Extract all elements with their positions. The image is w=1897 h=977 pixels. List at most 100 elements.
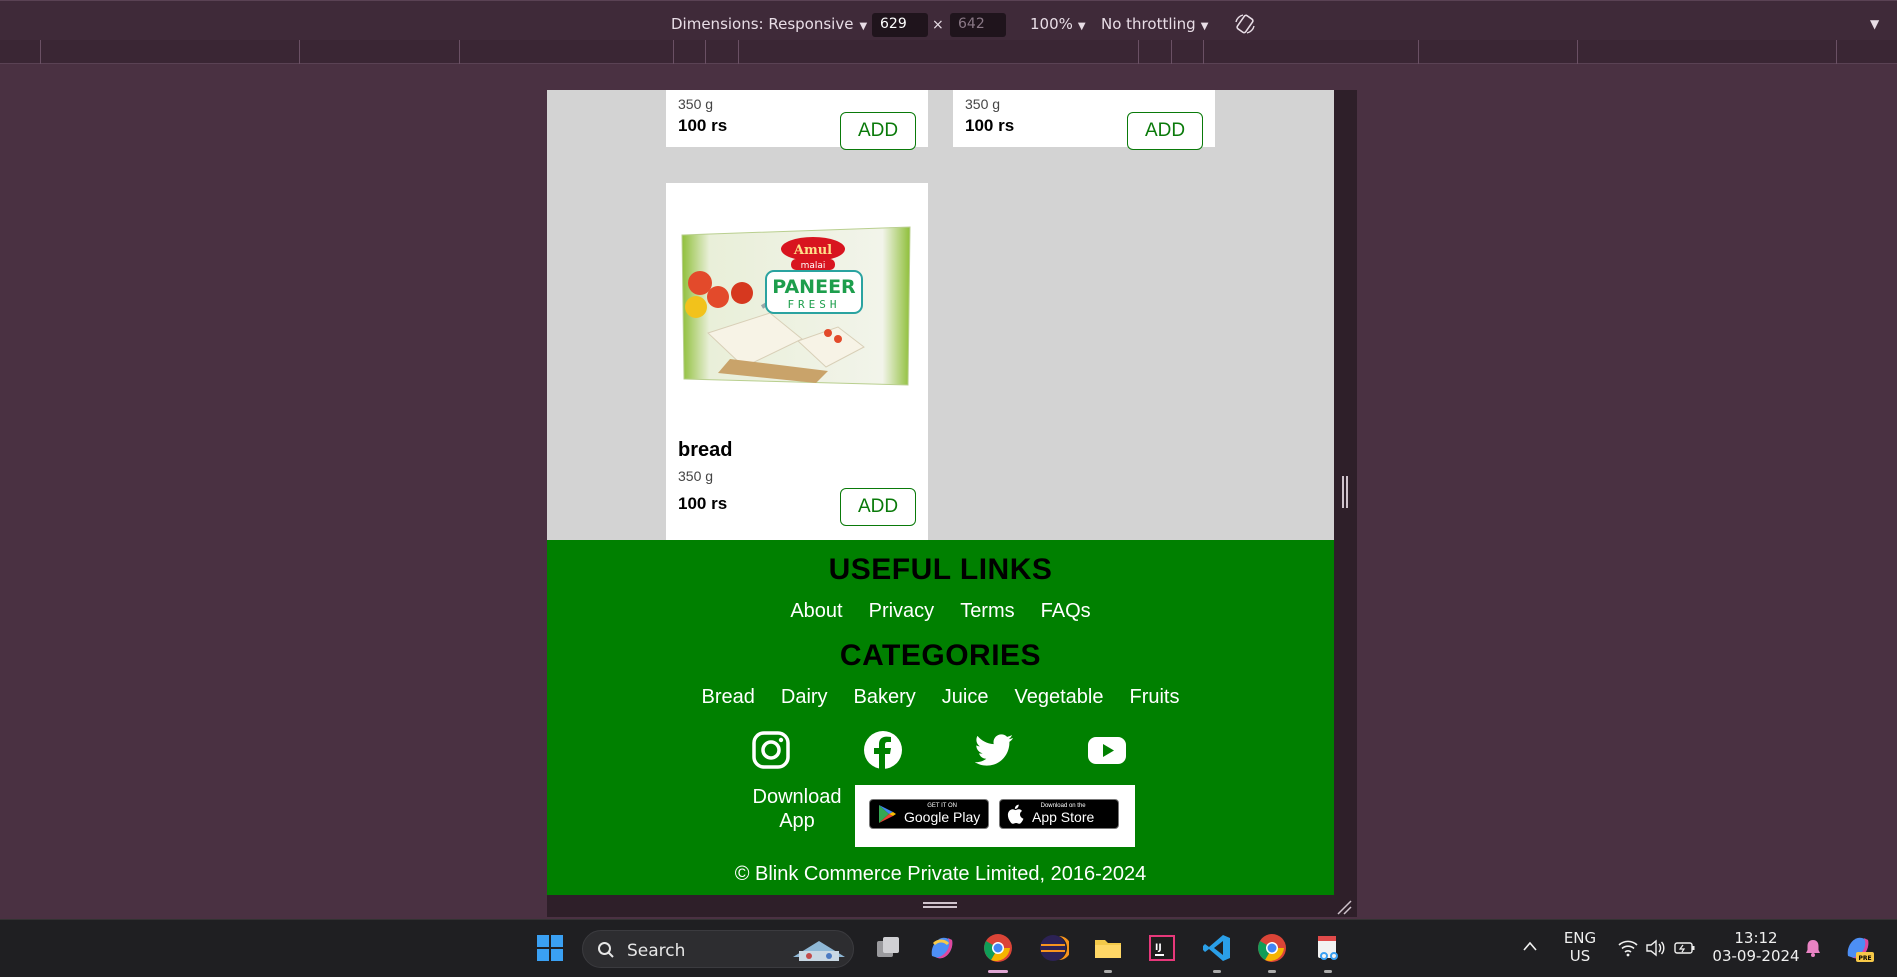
site-footer: USEFUL LINKS About Privacy Terms FAQs CA… [547,540,1334,895]
file-explorer-icon[interactable] [1092,932,1124,964]
app-indicator [1268,970,1276,973]
region-label: US [1569,947,1591,965]
twitter-icon[interactable] [975,730,1015,770]
add-button[interactable]: ADD [840,112,916,150]
product-image-product: PANEER [772,276,856,298]
product-name: bread [678,439,733,461]
taskbar-search[interactable]: Search [582,930,854,968]
rotate-icon[interactable] [1234,13,1256,35]
throttling-label: No throttling [1101,15,1196,33]
snipping-tool-icon[interactable] [1312,932,1344,964]
chevron-down-icon: ▼ [859,21,868,32]
useful-links-heading: USEFUL LINKS [828,553,1053,586]
chrome-icon[interactable] [982,932,1014,964]
category-links: Bread Dairy Bakery Juice Vegetable Fruit… [547,686,1334,709]
app-store-badges: GET IT ON Google Play Download on the Ap… [855,785,1135,847]
instagram-icon[interactable] [751,730,791,770]
search-label: Search [627,941,686,961]
product-weight: 350 g [678,96,714,112]
product-price: 100 rs [678,116,728,135]
zoom-label: 100% [1030,15,1073,33]
category-link-bakery[interactable]: Bakery [854,686,916,709]
add-button[interactable]: ADD [1127,112,1203,150]
download-app-label: Download App [752,786,842,832]
chevron-up-icon[interactable] [1522,940,1538,952]
intellij-icon[interactable]: IJ [1146,932,1178,964]
throttling-dropdown[interactable]: No throttling ▼ [1101,15,1208,33]
clock[interactable]: 13:12 03-09-2024 [1712,929,1800,965]
resize-handle-icon[interactable] [923,902,957,908]
product-price: 100 rs [678,494,728,513]
product-card: 350 g 100 rs ADD [953,90,1215,150]
categories-heading: CATEGORIES [839,639,1042,672]
svg-text:PRE: PRE [1858,955,1871,962]
active-app-indicator [988,970,1008,973]
product-image[interactable]: Amul malai PANEER FRESH [678,221,914,391]
copilot-pre-icon[interactable]: PRE [1842,932,1874,964]
google-play-icon [879,805,896,823]
clock-date: 03-09-2024 [1712,947,1800,965]
eclipse-icon[interactable] [1037,932,1069,964]
task-view-icon[interactable] [872,932,904,964]
youtube-icon[interactable] [1087,730,1127,770]
copilot-icon[interactable] [926,932,958,964]
height-input[interactable]: 642 [950,13,1006,37]
chevron-down-icon: ▼ [1077,21,1086,32]
chevron-down-icon: ▼ [1200,21,1209,32]
social-links [547,730,1334,774]
product-image-brand: Amul [793,243,832,258]
app-indicator [1104,970,1112,973]
dimensions-dropdown[interactable]: Dimensions: Responsive ▼ [671,15,867,33]
google-play-badge[interactable]: GET IT ON Google Play [869,799,989,829]
product-image-variant: malai [801,261,826,271]
search-icon [598,942,614,958]
emulated-viewport: 350 g 100 rs ADD 350 g 100 rs ADD Amul m… [547,90,1334,895]
category-link-dairy[interactable]: Dairy [781,686,828,709]
search-highlight-icon [793,941,845,961]
clock-time: 13:12 [1734,929,1778,947]
more-options-icon[interactable]: ▼ [1870,17,1879,31]
product-price: 100 rs [965,116,1015,135]
devtools-device-toolbar: Dimensions: Responsive ▼ 629 × 642 100% ▼ … [0,0,1897,45]
chrome-profile-icon[interactable] [1256,932,1288,964]
product-card: Amul malai PANEER FRESH bread 350 g 100 … [666,183,928,540]
zoom-dropdown[interactable]: 100% ▼ [1030,15,1086,33]
category-link-bread[interactable]: Bread [702,686,755,709]
volume-icon[interactable] [1645,939,1665,957]
app-store-big: App Store [1032,809,1095,825]
vscode-icon[interactable] [1201,932,1233,964]
svg-text:IJ: IJ [1155,943,1162,953]
product-weight: 350 g [965,96,1001,112]
battery-icon[interactable] [1674,940,1696,956]
dimensions-label: Dimensions: Responsive [671,15,854,33]
dimension-separator: × [932,17,944,33]
windows-taskbar: Search IJ ENG US 13:12 03-09-2024 PRE [0,919,1897,977]
useful-links: About Privacy Terms FAQs [547,600,1334,623]
language-label: ENG [1563,929,1597,947]
app-store-badge[interactable]: Download on the App Store [999,799,1119,829]
google-play-big: Google Play [904,809,981,825]
resize-handle-icon[interactable] [1342,476,1348,508]
app-indicator [1213,970,1221,973]
facebook-icon[interactable] [863,730,903,770]
product-weight: 350 g [678,468,714,484]
product-card: 350 g 100 rs ADD [666,90,928,150]
app-indicator [1324,970,1332,973]
media-query-ruler[interactable] [0,40,1897,64]
add-button[interactable]: ADD [840,488,916,526]
corner-resize-icon[interactable] [1336,899,1352,915]
footer-link-terms[interactable]: Terms [960,600,1014,623]
category-link-fruits[interactable]: Fruits [1129,686,1179,709]
product-image-sub: FRESH [787,298,840,311]
apple-icon [1007,804,1024,824]
category-link-juice[interactable]: Juice [942,686,989,709]
windows-start-icon[interactable] [534,932,566,964]
notification-bell-icon[interactable] [1804,938,1822,958]
wifi-icon[interactable] [1618,939,1638,957]
footer-link-about[interactable]: About [790,600,842,623]
language-indicator[interactable]: ENG US [1560,929,1600,965]
category-link-vegetable[interactable]: Vegetable [1015,686,1104,709]
footer-link-privacy[interactable]: Privacy [869,600,935,623]
width-input[interactable]: 629 [872,13,928,37]
footer-link-faqs[interactable]: FAQs [1041,600,1091,623]
